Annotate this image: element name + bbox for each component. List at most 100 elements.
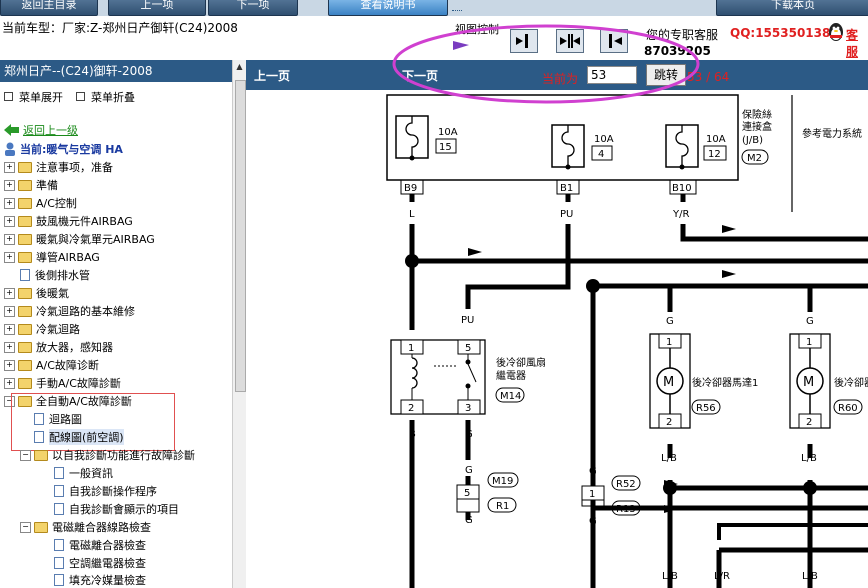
sidebar-header: 郑州日产--(C24)御轩-2008 <box>0 60 246 82</box>
wiring-diagram-svg: 10A 15 10A 4 10A 12 保險絲 連接盒 (J/B) M2 參考電… <box>386 94 868 588</box>
document-icon <box>54 503 64 515</box>
wire-label-g2: G <box>465 465 473 476</box>
wire-label-pu: PU <box>560 209 573 220</box>
tree-item[interactable]: + A/C故障诊断 <box>4 357 99 373</box>
fuse-3-amp: 10A <box>706 134 726 145</box>
collapse-icon[interactable]: − <box>20 521 31 533</box>
folder-icon <box>18 341 32 353</box>
tree-item-label: 電磁離合器檢查 <box>69 539 146 552</box>
tree-item-label: 自我診斷操作程序 <box>69 485 157 498</box>
next-item-button[interactable]: 下一项 <box>208 0 298 16</box>
selection-highlight-box <box>11 393 175 451</box>
tree-item[interactable]: − 電磁離合器線路檢查 <box>20 519 151 535</box>
tree-item-label: 一般資訊 <box>69 467 113 480</box>
conn-b9: B9 <box>404 183 417 194</box>
expand-icon[interactable]: + <box>4 251 15 263</box>
tree-item-label: 鼓風機元件AIRBAG <box>36 215 133 228</box>
current-label: 当前:暖气与空调 HA <box>20 143 123 156</box>
wire-label-bottom-lb2: L/B <box>802 571 818 582</box>
qq-penguin-icon[interactable] <box>826 20 846 45</box>
folder-icon <box>18 233 32 245</box>
expand-icon[interactable]: + <box>4 377 15 389</box>
wire-label-g3: G <box>465 515 473 526</box>
tree-item[interactable]: + 準備 <box>4 177 58 193</box>
expand-icon[interactable]: + <box>4 341 15 353</box>
tree-item[interactable]: + 注意事项，准备 <box>4 159 113 175</box>
sidebar-scrollbar[interactable]: ▲ <box>232 60 247 588</box>
relay-pin-3: 3 <box>465 403 471 414</box>
support-qq[interactable]: QQ:1553501388 <box>730 26 839 40</box>
prev-page-link[interactable]: 上一页 <box>254 67 290 84</box>
fuse-2-num: 4 <box>598 149 604 160</box>
motor2-m: M <box>803 375 814 390</box>
support-extra[interactable]: 客服 <box>846 26 868 60</box>
expand-icon[interactable]: + <box>4 179 15 191</box>
tree-item[interactable]: 後側排水管 <box>4 267 90 283</box>
tree-item[interactable]: 填充冷媒量檢查 <box>54 572 146 588</box>
document-icon <box>54 539 64 551</box>
document-icon <box>54 467 64 479</box>
tree-item-label: A/C故障诊断 <box>36 359 99 372</box>
tree-item-label: 放大器，感知器 <box>36 341 113 354</box>
folder-icon <box>18 359 32 371</box>
expand-icon[interactable]: + <box>4 359 15 371</box>
folder-icon <box>18 197 32 209</box>
wire-label-m2-lb: L/B <box>801 453 817 464</box>
folder-icon <box>18 179 32 191</box>
tree-item[interactable]: 一般資訊 <box>54 465 113 481</box>
expand-icon <box>4 92 13 101</box>
download-button[interactable]: 下载本页 <box>716 0 868 16</box>
tree-item[interactable]: + 冷氣迴路的基本維修 <box>4 303 135 319</box>
expand-icon[interactable]: + <box>4 197 15 209</box>
expand-icon[interactable]: + <box>4 305 15 317</box>
motor1-m: M <box>663 375 674 390</box>
collapse-icon[interactable]: − <box>20 449 31 461</box>
tree-item[interactable]: + 冷氣迴路 <box>4 321 80 337</box>
reference-text: 參考電力系統 <box>802 127 862 140</box>
tree-item[interactable]: + 暖氣與冷氣單元AIRBAG <box>4 231 155 247</box>
folder-icon <box>18 161 32 173</box>
tree-item-label: 導管AIRBAG <box>36 251 100 264</box>
wire-label-m1-g: G <box>666 316 674 327</box>
tree-item[interactable]: 空調繼電器檢查 <box>54 555 146 571</box>
menu-expand-button[interactable]: 菜单展开 <box>4 89 63 105</box>
back-link[interactable]: 返回上一级 <box>4 122 78 138</box>
tree-item[interactable]: 自我診斷操作程序 <box>54 483 157 499</box>
home-menu-button[interactable]: 返回主目录 <box>0 0 98 16</box>
tree-item[interactable]: + 鼓風機元件AIRBAG <box>4 213 133 229</box>
prev-item-button[interactable]: 上一项 <box>108 0 206 16</box>
tree-item[interactable]: 自我診斷會顯示的項目 <box>54 501 179 517</box>
wire-label-l: L <box>409 209 415 220</box>
scroll-thumb[interactable] <box>235 80 246 392</box>
motor1-pin-1: 1 <box>666 337 672 348</box>
manual-button[interactable]: 查看说明书 <box>328 0 448 16</box>
menu-collapse-button[interactable]: 菜单折叠 <box>76 89 135 105</box>
conn-pin-5: 5 <box>464 488 470 499</box>
motor2-pin-1: 1 <box>806 337 812 348</box>
expand-icon[interactable]: + <box>4 323 15 335</box>
folder-open-icon <box>34 521 48 533</box>
wire-label-yr: Y/R <box>672 209 689 220</box>
tree-item[interactable]: + 手動A/C故障診斷 <box>4 375 121 391</box>
tree-item[interactable]: + 後暖氣 <box>4 285 69 301</box>
scroll-up-icon[interactable]: ▲ <box>234 62 245 74</box>
wire-label-relay-g: G <box>465 429 473 440</box>
folder-icon <box>18 323 32 335</box>
annotation-ellipse <box>392 24 700 104</box>
expand-icon[interactable]: + <box>4 287 15 299</box>
folder-icon <box>18 215 32 227</box>
relay-pin-1: 1 <box>408 343 414 354</box>
fuse-block-label-2: 連接盒 <box>742 120 772 133</box>
motor1-pin-2: 2 <box>666 417 672 428</box>
tree-item-label: 冷氣迴路的基本維修 <box>36 305 135 318</box>
tree-item[interactable]: 電磁離合器檢查 <box>54 537 146 553</box>
tree-item[interactable]: + 放大器，感知器 <box>4 339 113 355</box>
expand-icon[interactable]: + <box>4 215 15 227</box>
tree-item[interactable]: − 以自我診斷功能進行故障診斷 <box>20 447 195 463</box>
expand-icon[interactable]: + <box>4 233 15 245</box>
expand-icon[interactable]: + <box>4 161 15 173</box>
relay-label-2: 繼電器 <box>496 369 526 382</box>
tree-item[interactable]: + A/C控制 <box>4 195 77 211</box>
folder-icon <box>18 377 32 389</box>
tree-item[interactable]: + 導管AIRBAG <box>4 249 100 265</box>
